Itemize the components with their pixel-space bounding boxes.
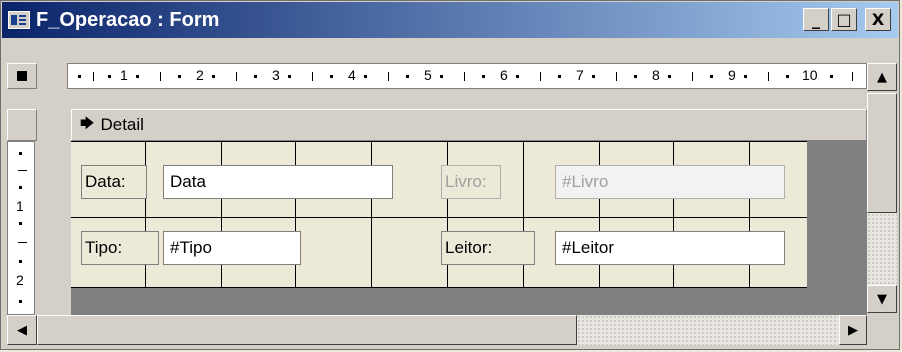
ruler-tick [19, 300, 22, 303]
ruler-tick [236, 72, 237, 81]
leitor-field[interactable]: #Leitor [555, 231, 785, 265]
ruler-number: 4 [348, 67, 356, 83]
ruler-tick [364, 75, 367, 78]
ruler-tick [388, 72, 389, 81]
grid-line [599, 141, 600, 287]
ruler-tick [78, 75, 81, 78]
ruler-tick [830, 75, 833, 78]
horizontal-ruler: 1 2 3 4 5 6 7 8 9 10 [67, 63, 867, 89]
vertical-ruler: 1 2 [7, 141, 35, 315]
scroll-up-button[interactable]: ▲ [867, 63, 897, 91]
size-grip[interactable] [867, 315, 897, 345]
ruler-number: 10 [802, 67, 818, 83]
design-canvas[interactable]: Data: Data Livro: #Livro Tipo: #Tipo Lei… [71, 141, 867, 315]
ruler-tick [440, 75, 443, 78]
ruler-tick [178, 75, 181, 78]
ruler-tick [634, 75, 637, 78]
vertical-scroll-thumb[interactable] [867, 93, 897, 213]
window-title: F_Operacao : Form [36, 8, 220, 31]
leitor-label[interactable]: Leitor: [441, 231, 535, 265]
ruler-tick [19, 186, 22, 189]
data-label[interactable]: Data: [81, 165, 147, 199]
maximize-button[interactable]: □ [831, 8, 857, 31]
form-selector-square-icon [17, 71, 27, 81]
ruler-tick [18, 242, 27, 243]
ruler-number: 5 [424, 67, 432, 83]
section-label: Detail [100, 115, 144, 134]
ruler-tick [744, 75, 747, 78]
section-selector[interactable] [7, 109, 37, 141]
ruler-tick [710, 75, 713, 78]
vertical-scroll-track[interactable] [867, 213, 897, 285]
scroll-down-button[interactable]: ▼ [867, 285, 897, 313]
detail-form-area[interactable]: Data: Data Livro: #Livro Tipo: #Tipo Lei… [71, 141, 807, 288]
ruler-number: 8 [652, 67, 660, 83]
horizontal-scroll-thumb[interactable] [37, 315, 577, 345]
tipo-field[interactable]: #Tipo [163, 231, 301, 265]
ruler-number: 1 [120, 67, 128, 83]
ruler-tick [160, 72, 161, 81]
ruler-tick [540, 72, 541, 81]
grid-line [71, 141, 807, 142]
ruler-tick [18, 170, 27, 171]
ruler-number: 7 [576, 67, 584, 83]
grid-line [71, 217, 807, 218]
livro-label[interactable]: Livro: [441, 165, 501, 199]
grid-line [221, 141, 222, 287]
ruler-number: 3 [272, 67, 280, 83]
grid-line [749, 141, 750, 287]
ruler-tick [592, 75, 595, 78]
grid-line [447, 141, 448, 287]
ruler-tick [668, 75, 671, 78]
scroll-right-button[interactable]: ▶ [839, 315, 867, 345]
vertical-scrollbar[interactable]: ▲ ▼ [867, 63, 897, 315]
minimize-button[interactable]: _ [803, 8, 829, 31]
ruler-tick [616, 72, 617, 81]
ruler-number: 2 [16, 272, 24, 288]
ruler-tick [482, 75, 485, 78]
detail-section-header[interactable]: 🡆 Detail [71, 109, 867, 141]
grid-line [673, 141, 674, 287]
ruler-tick [516, 75, 519, 78]
horizontal-scrollbar[interactable]: ◀ ▶ [7, 315, 867, 345]
ruler-tick [136, 75, 139, 78]
form-icon [8, 11, 30, 29]
ruler-tick [852, 72, 853, 81]
ruler-tick [288, 75, 291, 78]
ruler-number: 2 [196, 67, 204, 83]
ruler-tick [212, 75, 215, 78]
ruler-tick [330, 75, 333, 78]
ruler-tick [692, 72, 693, 81]
ruler-tick [93, 72, 94, 81]
ruler-tick [768, 72, 769, 81]
grid-line [295, 141, 296, 287]
close-button[interactable]: X [865, 8, 891, 31]
grid-line [145, 141, 146, 287]
ruler-tick [19, 152, 22, 155]
scroll-left-button[interactable]: ◀ [7, 315, 37, 345]
ruler-tick [19, 222, 22, 225]
data-field[interactable]: Data [163, 165, 393, 199]
grid-line [371, 141, 372, 287]
ruler-tick [254, 75, 257, 78]
ruler-tick [406, 75, 409, 78]
ruler-tick [108, 75, 111, 78]
ruler-tick [558, 75, 561, 78]
horizontal-scroll-track[interactable] [577, 315, 839, 345]
tipo-label[interactable]: Tipo: [81, 231, 159, 265]
ruler-tick [312, 72, 313, 81]
grid-line [523, 141, 524, 287]
ruler-number: 1 [16, 198, 24, 214]
ruler-tick [786, 75, 789, 78]
grid-line [71, 287, 807, 288]
form-selector[interactable] [7, 63, 37, 89]
form-window: F_Operacao : Form _ □ X 1 2 3 4 5 6 7 8 … [0, 0, 900, 350]
livro-field[interactable]: #Livro [555, 165, 785, 199]
ruler-number: 6 [500, 67, 508, 83]
ruler-number: 9 [728, 67, 736, 83]
ruler-tick [19, 260, 22, 263]
section-arrow-icon: 🡆 [80, 115, 95, 131]
ruler-tick [464, 72, 465, 81]
title-bar[interactable]: F_Operacao : Form _ □ X [2, 2, 898, 38]
